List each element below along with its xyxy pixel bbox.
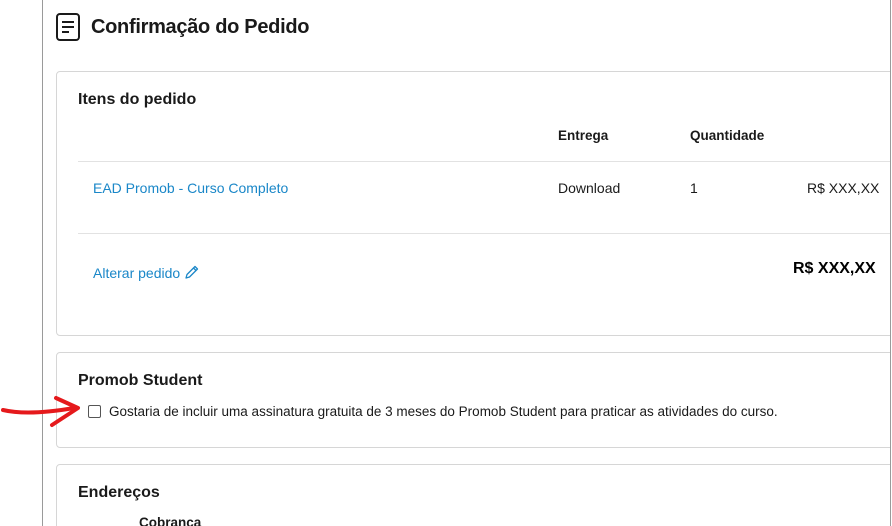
order-total: R$ XXX,XX <box>793 260 876 277</box>
page-title: Confirmação do Pedido <box>91 15 310 38</box>
billing-heading: Cobrança <box>139 515 202 526</box>
student-subscription-checkbox[interactable] <box>88 405 101 418</box>
promob-student-card: Promob Student Gostaria de incluir uma a… <box>56 352 890 448</box>
column-header-delivery: Entrega <box>558 128 609 143</box>
delivery-value: Download <box>558 180 621 196</box>
divider <box>78 233 890 234</box>
order-items-title: Itens do pedido <box>78 91 197 108</box>
promob-student-title: Promob Student <box>78 372 203 389</box>
edit-order-label: Alterar pedido <box>93 264 181 281</box>
red-arrow-annotation <box>1 396 80 427</box>
addresses-card: Endereços Cobrança <box>56 464 890 526</box>
document-icon <box>56 13 80 41</box>
order-confirmation-page: Confirmação do Pedido Itens do pedido En… <box>42 0 891 526</box>
arrow-shaft <box>1 406 76 415</box>
student-subscription-option[interactable]: Gostaria de incluir uma assinatura gratu… <box>88 404 778 419</box>
quantity-value: 1 <box>690 180 698 196</box>
price-value: R$ XXX,XX <box>807 180 880 196</box>
product-link[interactable]: EAD Promob - Curso Completo <box>93 180 288 196</box>
column-header-quantity: Quantidade <box>690 128 765 143</box>
page-header: Confirmação do Pedido <box>55 12 309 42</box>
pencil-icon <box>185 265 199 279</box>
addresses-title: Endereços <box>78 484 160 501</box>
order-items-card: Itens do pedido Entrega Quantidade EAD P… <box>56 71 890 336</box>
divider <box>78 161 890 162</box>
student-subscription-label: Gostaria de incluir uma assinatura gratu… <box>109 404 778 419</box>
edit-order-link[interactable]: Alterar pedido <box>93 264 200 281</box>
